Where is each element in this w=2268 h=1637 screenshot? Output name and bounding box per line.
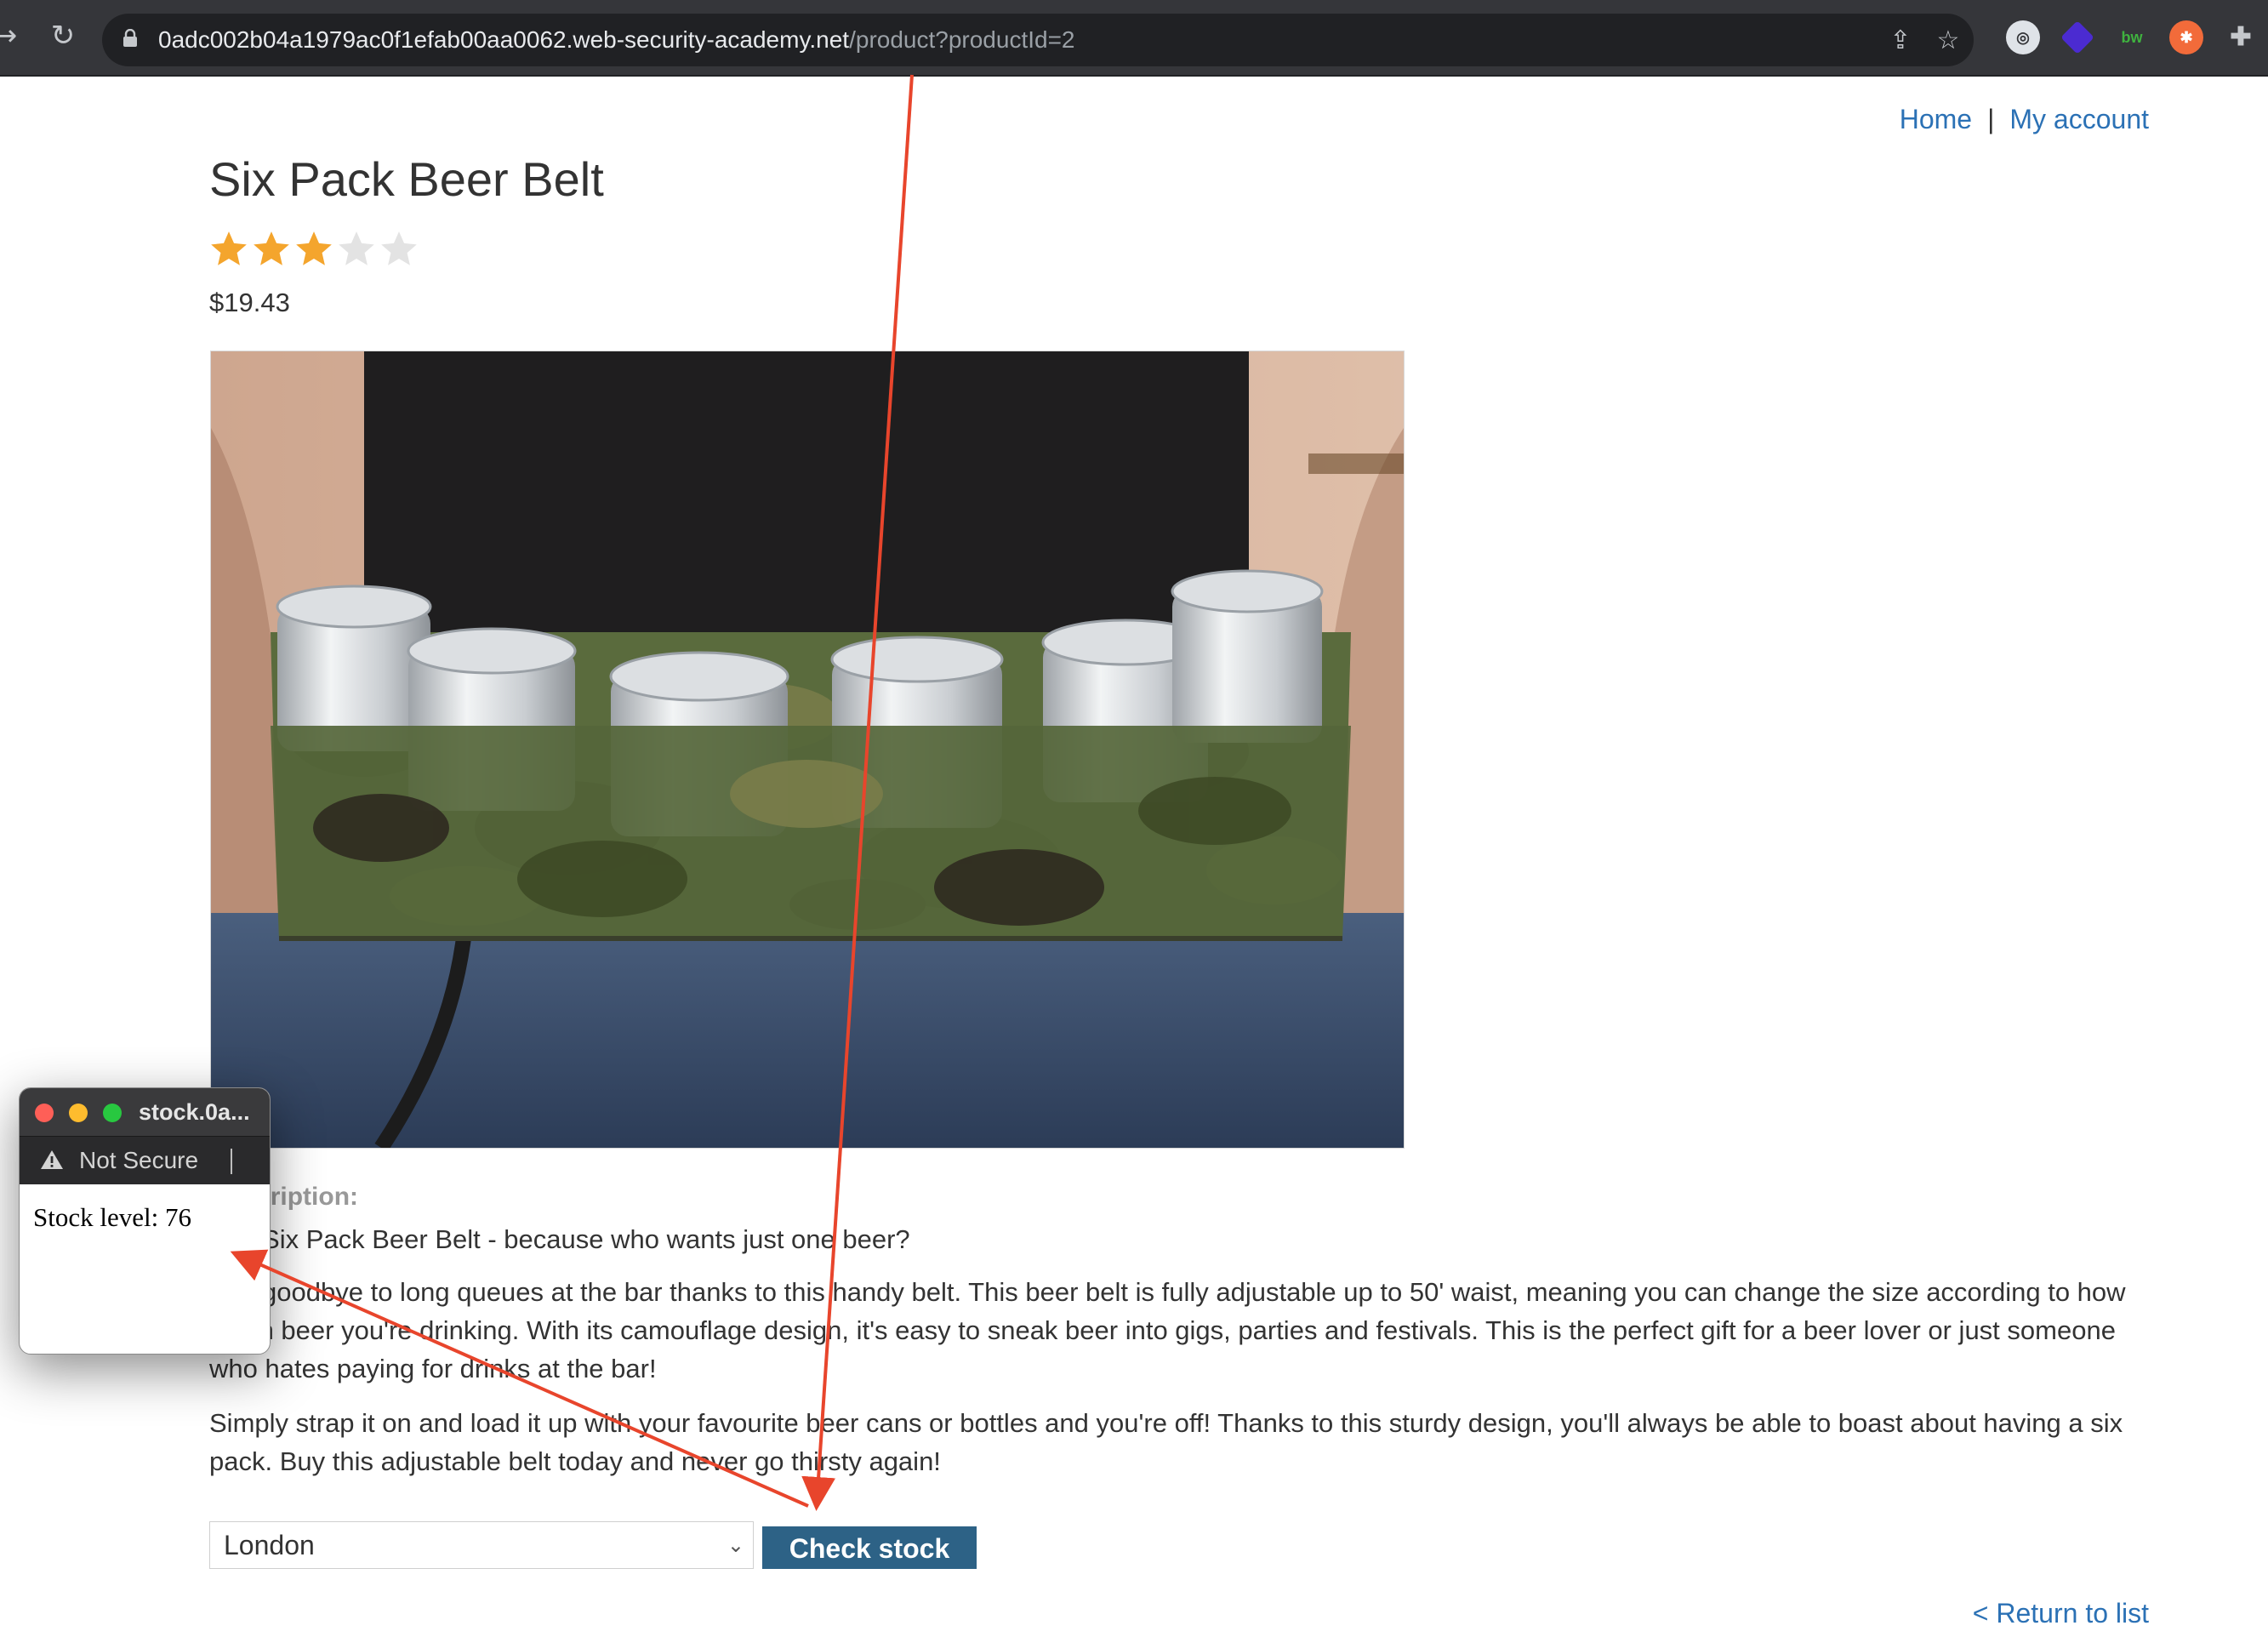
store-select[interactable]: London ⌄ xyxy=(209,1521,754,1569)
product-image xyxy=(210,351,1405,1149)
star-empty-icon xyxy=(381,231,417,265)
return-to-list-link[interactable]: < Return to list xyxy=(1973,1598,2149,1629)
not-secure-label: Not Secure xyxy=(79,1147,199,1173)
popup-address-bar[interactable]: Not Secure xyxy=(20,1136,270,1184)
minimize-window-icon[interactable] xyxy=(69,1104,88,1122)
star-filled-icon xyxy=(211,231,247,265)
check-stock-button[interactable]: Check stock xyxy=(762,1526,977,1569)
nav-separator: | xyxy=(1987,104,1995,134)
warning-icon xyxy=(41,1150,63,1169)
description-paragraph-2: Say goodbye to long queues at the bar th… xyxy=(209,1277,2126,1383)
home-link[interactable]: Home xyxy=(1900,104,1972,134)
product-price: $19.43 xyxy=(209,288,290,317)
star-filled-icon xyxy=(296,231,332,265)
bookmark-star-icon[interactable]: ☆ xyxy=(1931,24,1965,58)
my-account-link[interactable]: My account xyxy=(2009,104,2149,134)
store-select-value: London xyxy=(224,1530,315,1560)
description-paragraph-3: Simply strap it on and load it up with y… xyxy=(209,1408,2123,1476)
extension-bw-icon[interactable]: bw xyxy=(2115,20,2149,54)
product-title: Six Pack Beer Belt xyxy=(209,152,604,206)
stock-popup-window: stock.0a... Not Secure Stock level: 76 xyxy=(19,1087,271,1355)
browser-toolbar: → ↻ 0adc002b04a1979ac0f1efab00aa0062.web… xyxy=(0,0,2268,77)
popup-title: stock.0a... xyxy=(139,1099,250,1125)
lock-icon xyxy=(123,29,137,47)
url-text: 0adc002b04a1979ac0f1efab00aa0062.web-sec… xyxy=(158,26,1075,53)
text-cursor xyxy=(231,1149,232,1174)
address-bar[interactable]: 0adc002b04a1979ac0f1efab00aa0062.web-sec… xyxy=(102,14,1974,66)
close-window-icon[interactable] xyxy=(35,1104,54,1122)
maximize-window-icon[interactable] xyxy=(103,1104,122,1122)
reload-icon[interactable]: ↻ xyxy=(46,19,80,53)
description-paragraph-1: The Six Pack Beer Belt - because who wan… xyxy=(209,1224,910,1254)
top-navigation: Home | My account xyxy=(1900,104,2149,135)
extension-burp-icon[interactable]: ✱ xyxy=(2169,20,2203,54)
chevron-down-icon: ⌄ xyxy=(727,1533,744,1557)
share-icon[interactable]: ⇪ xyxy=(1883,24,1918,58)
stock-level-text: Stock level: 76 xyxy=(33,1202,191,1232)
extensions-puzzle-icon[interactable]: ✚ xyxy=(2224,20,2258,54)
forward-icon[interactable]: → xyxy=(0,19,22,53)
extension-circle-icon[interactable]: ◎ xyxy=(2006,20,2040,54)
extension-diamond-icon[interactable] xyxy=(2060,20,2094,54)
star-empty-icon xyxy=(339,231,374,265)
popup-titlebar[interactable]: stock.0a... xyxy=(20,1088,270,1136)
star-filled-icon xyxy=(254,231,289,265)
rating-stars xyxy=(208,228,420,271)
